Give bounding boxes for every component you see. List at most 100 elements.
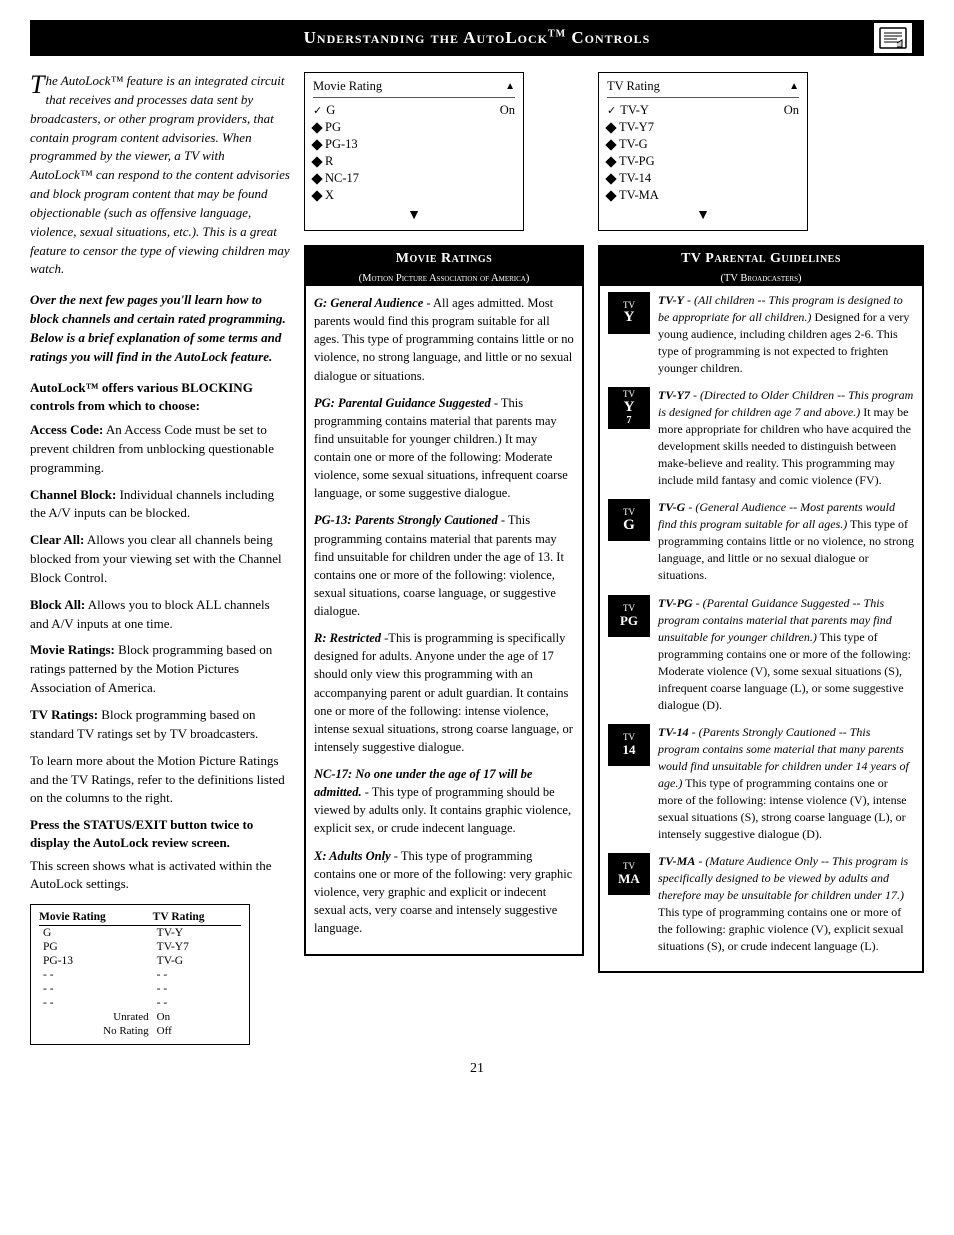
tv-subtitle: (Mature Audience Only -- This program is… — [658, 854, 908, 902]
term-channel-block: Channel Block: Individual channels inclu… — [30, 486, 290, 524]
rating-r: R: Restricted -This is programming is sp… — [314, 629, 574, 756]
diamond-icon — [311, 122, 322, 133]
page-header: Understanding the AutoLockTM Controls — [30, 20, 924, 56]
col2-header: TV Rating — [153, 911, 241, 926]
tv-badge-y7: TV Y 7 — [608, 387, 650, 429]
on-label: On — [784, 103, 799, 118]
diamond-icon — [311, 156, 322, 167]
tv-rating-ma: TV MA TV-MA - (Mature Audience Only -- T… — [608, 853, 914, 955]
selector-item-tvy[interactable]: ✓ TV-Y On — [607, 102, 799, 119]
tv-entry-text-14: TV-14 - (Parents Strongly Cautioned -- T… — [658, 724, 914, 843]
movie-rating-selector[interactable]: Movie Rating ▲ ✓ G On PG PG-13 R — [304, 72, 524, 231]
badge-main: PG — [620, 614, 638, 627]
movie-ratings-header: Movie Ratings — [306, 247, 582, 271]
badge-main: MA — [618, 872, 640, 885]
selector-item-tvy7[interactable]: TV-Y7 — [607, 119, 799, 136]
item-label: TV-14 — [619, 171, 651, 186]
table-row: PGTV-Y7 — [39, 940, 241, 954]
table-row: - -- - — [39, 982, 241, 996]
tv-title: TV-G — [658, 500, 685, 514]
rating-title: G: General Audience — [314, 296, 423, 310]
term-tv-ratings: TV Ratings: Block programming based on s… — [30, 706, 290, 744]
item-label: G — [326, 103, 335, 118]
item-label: R — [325, 154, 333, 169]
tv-rating-14: TV 14 TV-14 - (Parents Strongly Cautione… — [608, 724, 914, 843]
rating-title: R: Restricted — [314, 631, 381, 645]
rating-title: PG-13: Parents Strongly Cautioned — [314, 513, 498, 527]
item-label: TV-PG — [619, 154, 655, 169]
intro-text: he AutoLock™ feature is an integrated ci… — [30, 73, 290, 276]
arrow-up-icon: ▲ — [789, 81, 799, 92]
checkmark-icon: ✓ — [607, 104, 616, 117]
item-label: X — [325, 188, 334, 203]
selector-item-r[interactable]: R — [313, 153, 515, 170]
page-number: 21 — [30, 1061, 924, 1077]
diamond-icon — [311, 139, 322, 150]
tv-title: TV-PG — [658, 596, 693, 610]
badge-main: 14 — [623, 743, 636, 756]
term-block-all: Block All: Allows you to block ALL chann… — [30, 596, 290, 634]
tv-rating-pg: TV PG TV-PG - (Parental Guidance Suggest… — [608, 595, 914, 714]
badge-main: Y — [624, 310, 635, 325]
bold-section: Over the next few pages you'll learn how… — [30, 291, 290, 366]
selector-header: TV Rating ▲ — [607, 79, 799, 98]
selector-item-tvpg[interactable]: TV-PG — [607, 153, 799, 170]
selector-header: Movie Rating ▲ — [313, 79, 515, 98]
selector-item-x[interactable]: X — [313, 187, 515, 204]
selector-item-nc17[interactable]: NC-17 — [313, 170, 515, 187]
arrow-up-icon: ▲ — [505, 81, 515, 92]
selector-footer: ▼ — [313, 208, 515, 224]
rating-x: X: Adults Only - This type of programmin… — [314, 847, 574, 938]
tv-rating-y7: TV Y 7 TV-Y7 - (Directed to Older Childr… — [608, 387, 914, 489]
tv-guide-content: TV Y TV-Y - (All children -- This progra… — [600, 286, 922, 971]
term-label: Movie Ratings: — [30, 642, 115, 657]
intro-paragraph: The AutoLock™ feature is an integrated c… — [30, 72, 290, 279]
item-label: TV-Y — [620, 103, 649, 118]
rating-pg: PG: Parental Guidance Suggested - This p… — [314, 394, 574, 503]
selector-item-pg13[interactable]: PG-13 — [313, 136, 515, 153]
table-row: No Rating Off — [39, 1024, 241, 1038]
status-heading: Press the STATUS/EXIT button twice to di… — [30, 816, 290, 852]
tv-rating-selector[interactable]: TV Rating ▲ ✓ TV-Y On TV-Y7 TV-G TV-PG — [598, 72, 808, 231]
terms-list: Access Code: An Access Code must be set … — [30, 421, 290, 744]
term-label: TV Ratings: — [30, 707, 98, 722]
term-label: Access Code: — [30, 422, 103, 437]
tv-title: TV-MA — [658, 854, 695, 868]
item-label: PG — [325, 120, 341, 135]
main-content: The AutoLock™ feature is an integrated c… — [30, 72, 924, 1045]
movie-ratings-subheader: (Motion Picture Association of America) — [306, 271, 582, 286]
tv-entry-text-g: TV-G - (General Audience -- Most parents… — [658, 499, 914, 584]
rating-title: X: Adults Only — [314, 849, 391, 863]
item-label: TV-Y7 — [619, 120, 654, 135]
tv-body: This type of programming contains one or… — [658, 905, 904, 953]
diamond-icon — [605, 173, 616, 184]
term-label: Block All: — [30, 597, 85, 612]
page-title: Understanding the AutoLockTM Controls — [304, 28, 651, 48]
tv-badge-ma: TV MA — [608, 853, 650, 895]
tv-guidelines-section: TV Parental Guidelines (TV Broadcasters)… — [598, 245, 924, 973]
selector-title: TV Rating — [607, 79, 660, 94]
tv-title: TV-14 — [658, 725, 689, 739]
diamond-icon — [605, 122, 616, 133]
item-label: TV-G — [619, 137, 648, 152]
term-movie-ratings: Movie Ratings: Block programming based o… — [30, 641, 290, 698]
tv-title: TV-Y7 — [658, 388, 690, 402]
rating-table: Movie Rating TV Rating GTV-Y PGTV-Y7 PG-… — [39, 911, 241, 1038]
rating-nc17: NC-17: No one under the age of 17 will b… — [314, 765, 574, 838]
diamond-icon — [605, 156, 616, 167]
badge-sub: 7 — [627, 415, 632, 426]
autolock-heading: AutoLock™ offers various BLOCKING contro… — [30, 379, 290, 415]
term-clear-all: Clear All: Allows you clear all channels… — [30, 531, 290, 588]
left-column: The AutoLock™ feature is an integrated c… — [30, 72, 290, 1045]
dropcap: T — [30, 72, 44, 98]
section-title: Movie Ratings — [396, 251, 493, 266]
tv-badge-14: TV 14 — [608, 724, 650, 766]
selector-item-pg[interactable]: PG — [313, 119, 515, 136]
right-column: TV Rating ▲ ✓ TV-Y On TV-Y7 TV-G TV-PG — [598, 72, 924, 983]
tv-entry-text-ma: TV-MA - (Mature Audience Only -- This pr… — [658, 853, 914, 955]
badge-main: Y — [624, 400, 635, 415]
selector-item-tvg[interactable]: TV-G — [607, 136, 799, 153]
selector-item-tv14[interactable]: TV-14 — [607, 170, 799, 187]
selector-item-g[interactable]: ✓ G On — [313, 102, 515, 119]
selector-item-tvma[interactable]: TV-MA — [607, 187, 799, 204]
